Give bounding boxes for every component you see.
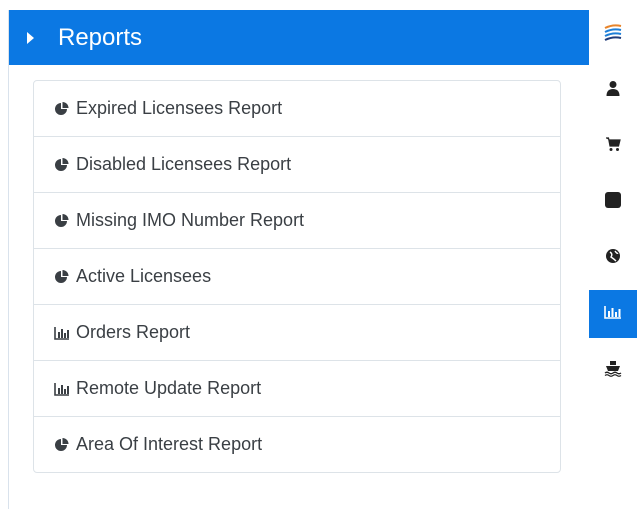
rail-square-button[interactable] — [589, 178, 637, 226]
pie-chart-icon — [54, 157, 70, 173]
pie-chart-icon — [54, 101, 70, 117]
reports-header[interactable]: Reports — [9, 10, 589, 65]
reports-panel: Reports Expired Licensees Report Disable… — [8, 10, 589, 509]
report-label: Missing IMO Number Report — [76, 210, 305, 230]
report-item-missing-imo[interactable]: Missing IMO Number Report — [34, 193, 560, 249]
right-icon-rail — [589, 10, 637, 509]
ship-icon — [604, 359, 622, 382]
caret-right-icon — [27, 31, 34, 44]
report-label: Expired Licensees Report — [76, 98, 283, 118]
rail-logo-button[interactable] — [589, 10, 637, 58]
pie-chart-icon — [54, 437, 70, 453]
rail-ship-button[interactable] — [589, 346, 637, 394]
report-item-remote-update[interactable]: Remote Update Report — [34, 361, 560, 417]
rail-user-button[interactable] — [589, 66, 637, 114]
pie-chart-icon — [54, 269, 70, 285]
report-item-expired-licensees[interactable]: Expired Licensees Report — [34, 81, 560, 137]
report-label: Orders Report — [76, 322, 191, 342]
report-label: Remote Update Report — [76, 378, 262, 398]
globe-icon — [605, 248, 621, 269]
cart-icon — [605, 136, 621, 157]
bar-chart-icon — [54, 325, 70, 341]
page-title: Reports — [58, 23, 143, 51]
square-icon — [604, 191, 622, 214]
logo-waves-icon — [604, 23, 622, 46]
report-item-active-licensees[interactable]: Active Licensees — [34, 249, 560, 305]
rail-cart-button[interactable] — [589, 122, 637, 170]
report-label: Active Licensees — [76, 266, 212, 286]
user-icon — [605, 80, 621, 101]
report-label: Area Of Interest Report — [76, 434, 263, 454]
report-item-area-of-interest[interactable]: Area Of Interest Report — [34, 417, 560, 472]
rail-reports-button[interactable] — [589, 290, 637, 338]
bar-chart-icon — [604, 304, 622, 325]
report-item-disabled-licensees[interactable]: Disabled Licensees Report — [34, 137, 560, 193]
bar-chart-icon — [54, 381, 70, 397]
pie-chart-icon — [54, 213, 70, 229]
reports-list: Expired Licensees Report Disabled Licens… — [33, 80, 561, 473]
report-label: Disabled Licensees Report — [76, 154, 292, 174]
rail-globe-button[interactable] — [589, 234, 637, 282]
report-item-orders[interactable]: Orders Report — [34, 305, 560, 361]
